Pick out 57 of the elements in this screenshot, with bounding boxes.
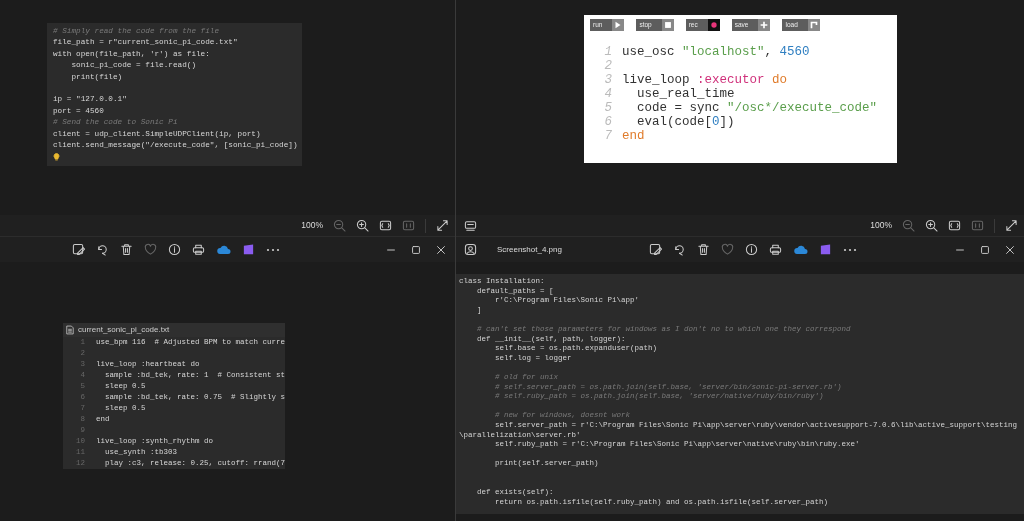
photo-icon[interactable]	[464, 243, 477, 256]
more-icon[interactable]	[842, 247, 857, 252]
plus-icon	[759, 20, 770, 30]
line-number: 4	[603, 87, 613, 101]
filmstrip-icon[interactable]	[464, 219, 477, 232]
cloud-icon[interactable]	[792, 243, 808, 256]
code-line: use_real_time	[636, 87, 735, 101]
file-name: current_sonic_pi_code.txt	[78, 324, 170, 336]
fit-to-window-icon[interactable]	[948, 219, 961, 232]
edit-image-icon[interactable]	[648, 243, 662, 256]
file-name: Screenshot_4.png	[497, 243, 562, 256]
printer-icon[interactable]	[768, 243, 782, 256]
zoom-level: 100%	[870, 219, 892, 232]
video-editor-icon[interactable]	[818, 243, 832, 256]
line-number: 5	[603, 101, 613, 115]
trash-icon[interactable]	[120, 243, 133, 256]
fullscreen-icon[interactable]	[436, 219, 449, 232]
line-number: 7	[603, 129, 613, 143]
load-icon	[808, 20, 819, 30]
actual-size-icon[interactable]	[971, 219, 984, 232]
code-line: live_loop :executor do	[622, 73, 788, 87]
code-line: eval(code[0])	[636, 115, 735, 129]
edit-image-icon[interactable]	[72, 243, 85, 256]
zoom-out-icon[interactable]	[902, 219, 915, 232]
rotate-icon[interactable]	[96, 243, 109, 256]
video-editor-icon[interactable]	[242, 243, 255, 256]
trash-icon[interactable]	[696, 243, 710, 256]
line-number: 1	[603, 45, 613, 59]
info-icon[interactable]	[168, 243, 181, 256]
zoom-in-icon[interactable]	[925, 219, 938, 232]
code-line: use_osc "localhost", 4560	[622, 45, 810, 59]
zoom-in-icon[interactable]	[356, 219, 369, 232]
close-icon[interactable]	[1004, 243, 1016, 256]
fit-to-window-icon[interactable]	[379, 219, 392, 232]
printer-icon[interactable]	[192, 243, 205, 256]
maximize-icon[interactable]	[410, 243, 422, 256]
zoom-out-icon[interactable]	[333, 219, 346, 232]
maximize-icon[interactable]	[979, 243, 991, 256]
more-icon[interactable]	[266, 247, 280, 252]
code-line: end	[622, 129, 645, 143]
close-icon[interactable]	[435, 243, 447, 256]
actual-size-icon[interactable]	[402, 219, 415, 232]
line-number: 3	[603, 73, 613, 87]
line-number: 6	[603, 115, 613, 129]
code-line: code = sync "/osc*/execute_code"	[636, 101, 878, 115]
info-icon[interactable]	[744, 243, 758, 256]
fullscreen-icon[interactable]	[1005, 219, 1018, 232]
heart-icon[interactable]	[144, 243, 157, 256]
stop-icon	[662, 20, 673, 30]
cloud-icon[interactable]	[216, 243, 231, 256]
file-icon[interactable]	[65, 325, 75, 335]
heart-icon[interactable]	[720, 243, 734, 256]
zoom-level: 100%	[301, 219, 323, 232]
lightbulb-icon	[53, 153, 60, 162]
record-icon	[708, 20, 719, 30]
line-number: 2	[603, 59, 613, 73]
rotate-icon[interactable]	[672, 243, 686, 256]
